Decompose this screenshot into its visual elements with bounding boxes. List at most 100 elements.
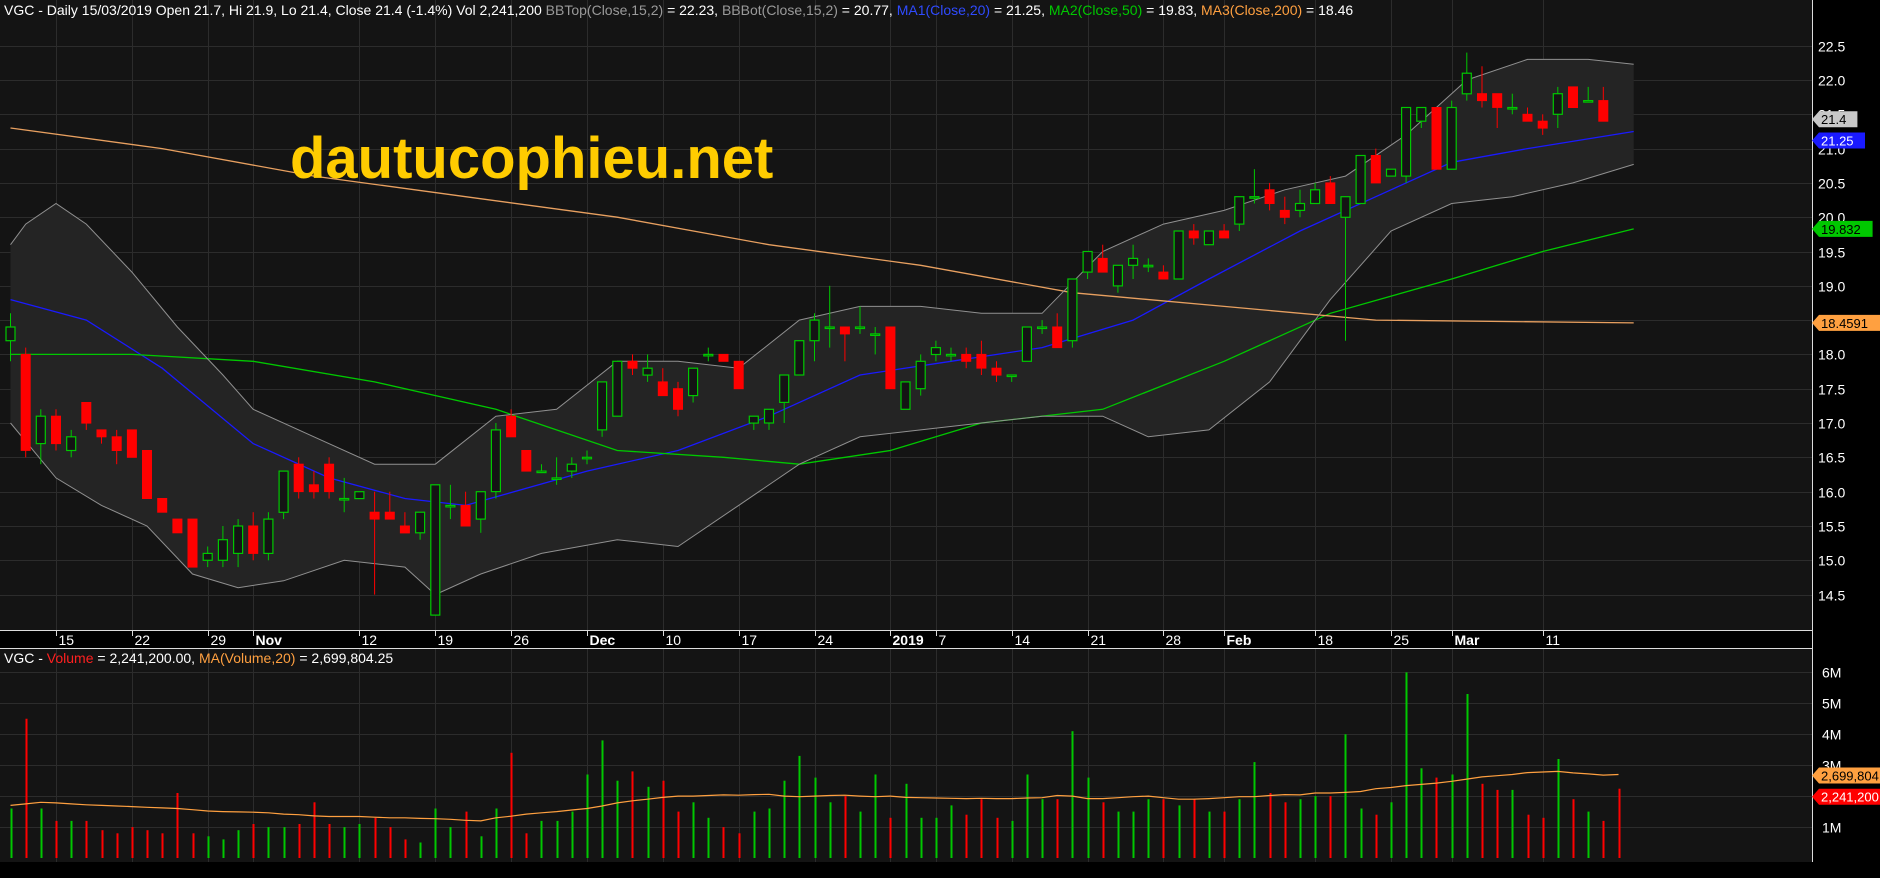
ma1-label: MA1(Close,20): [897, 2, 990, 18]
candle-body: [445, 504, 456, 508]
candle-body: [718, 353, 729, 362]
candle-body: [1082, 250, 1093, 273]
candle-up: [596, 381, 608, 437]
candle-body: [1431, 107, 1442, 170]
candle-body: [233, 525, 244, 554]
candle-body: [1279, 209, 1290, 218]
candle-down: [187, 518, 198, 568]
volume-label: Volume: [47, 650, 94, 666]
candle-up: [1203, 230, 1215, 246]
candle-body: [1507, 106, 1518, 110]
candle-up: [1355, 154, 1366, 205]
candle-body: [1537, 120, 1548, 129]
value-tag-text: 19.832: [1821, 222, 1861, 237]
candle-body: [384, 511, 395, 520]
candle-body: [824, 326, 835, 330]
candle-body: [1400, 106, 1412, 177]
candle-body: [794, 340, 805, 376]
price-tick-label: 16.0: [1818, 485, 1845, 501]
volume-header: VGC - Volume = 2,241,200.00, MA(Volume,2…: [4, 650, 393, 666]
candle-body: [779, 374, 790, 403]
candle-body: [1370, 155, 1381, 184]
candle-body: [111, 436, 122, 451]
candle-body: [748, 415, 759, 424]
date-tick-label: 17: [742, 632, 758, 648]
volume-ma-label: MA(Volume,20): [199, 650, 295, 666]
date-tick-label: Nov: [256, 632, 283, 648]
value-tag: 21.25: [1812, 132, 1865, 149]
candle-body: [1158, 271, 1169, 280]
volume-tick-label: 6M: [1822, 665, 1841, 681]
candle-body: [854, 326, 866, 330]
candle-down: [885, 326, 896, 390]
candle-body: [293, 463, 304, 493]
candle-body: [1522, 113, 1533, 122]
candle-body: [506, 415, 517, 438]
price-tick-label: 18.0: [1818, 347, 1845, 363]
candle-body: [657, 381, 668, 397]
value-tag: 2,699,804: [1812, 767, 1880, 784]
candle-body: [1112, 264, 1124, 287]
candle-body: [1416, 106, 1427, 122]
candle-down: [126, 429, 137, 458]
candle-body: [5, 326, 16, 342]
candle-down: [733, 360, 744, 390]
candle-down: [20, 347, 31, 458]
date-tick-label: Dec: [590, 632, 616, 648]
candle-body: [460, 504, 471, 527]
candle-body: [961, 353, 972, 362]
volume-tick-label: 1M: [1822, 820, 1841, 836]
candle-body: [1097, 257, 1108, 273]
price-tick-label: 15.5: [1818, 519, 1845, 535]
value-tag: 19.832: [1812, 220, 1873, 237]
ma2-value: = 19.83,: [1142, 2, 1197, 18]
date-tick-label: 24: [818, 632, 834, 648]
candle-body: [885, 326, 896, 390]
candle-body: [20, 353, 31, 451]
price-tick-label: 22.5: [1818, 39, 1845, 55]
candle-body: [1552, 93, 1563, 115]
value-tag: 21.4: [1812, 111, 1858, 128]
candle-body: [1249, 196, 1260, 199]
stock-chart: 14.515.015.516.016.517.017.518.018.519.0…: [0, 0, 1880, 878]
candle-body: [1203, 230, 1215, 246]
candle-body: [35, 415, 46, 445]
candle-body: [1264, 189, 1275, 205]
volume-ma-value: = 2,699,804.25: [295, 650, 393, 666]
volume-header-prefix: VGC -: [4, 650, 47, 666]
volume-tick-label: 4M: [1822, 727, 1841, 743]
candle-up: [1385, 168, 1397, 177]
candle-body: [809, 319, 820, 342]
candle-body: [1143, 264, 1154, 268]
candle-body: [399, 525, 410, 534]
candle-down: [142, 450, 152, 499]
candle-body: [1173, 230, 1184, 280]
candle-down: [718, 353, 729, 362]
date-tick-label: 21: [1091, 632, 1107, 648]
candle-body: [915, 360, 926, 390]
candle-body: [202, 552, 213, 561]
price-tick-label: 19.0: [1818, 279, 1845, 295]
candle-body: [217, 539, 228, 561]
candle-up: [263, 512, 274, 561]
date-tick-label: 19: [438, 632, 454, 648]
candle-up: [900, 381, 911, 410]
candle-body: [596, 381, 608, 431]
candle-body: [566, 463, 577, 472]
candle-body: [1477, 93, 1487, 102]
value-tag-text: 21.4: [1821, 112, 1846, 127]
price-header-ohlc: VGC - Daily 15/03/2019 Open 21.7, Hi 21.…: [4, 2, 542, 18]
candle-body: [187, 518, 198, 568]
candle-body: [1234, 196, 1245, 225]
date-tick-label: 28: [1166, 632, 1182, 648]
volume-value: = 2,241,200.00,: [93, 650, 198, 666]
date-tick-label: Mar: [1455, 632, 1480, 648]
candle-body: [612, 360, 623, 417]
candle-down: [157, 498, 168, 513]
date-tick-label: 12: [362, 632, 378, 648]
candle-body: [1598, 100, 1609, 122]
candle-up: [354, 491, 365, 500]
candle-body: [687, 367, 699, 397]
candle-body: [536, 470, 547, 474]
candle-up: [278, 470, 289, 520]
